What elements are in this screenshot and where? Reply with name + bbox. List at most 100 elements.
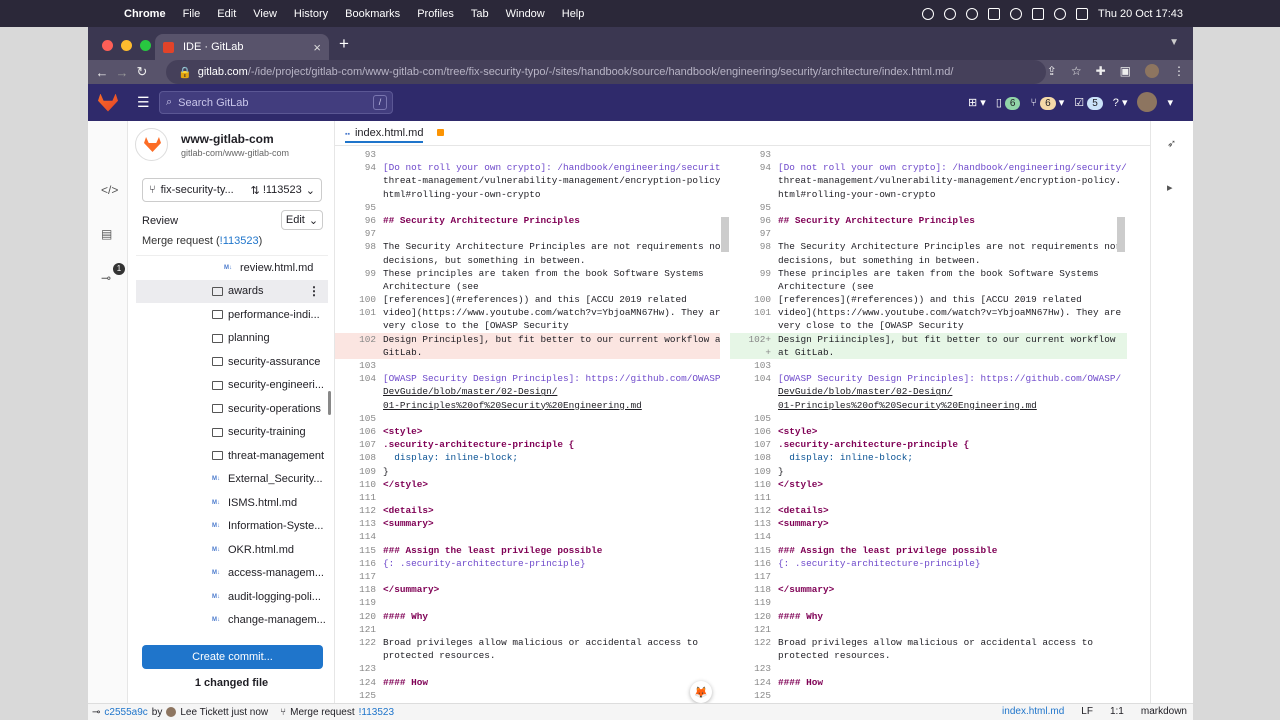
menu-bookmarks[interactable]: Bookmarks <box>345 8 400 20</box>
issues-button[interactable]: ▯ 6 <box>996 96 1021 110</box>
record-icon[interactable] <box>922 7 934 20</box>
code-line[interactable]: 122 Broad privileges allow malicious or a… <box>730 636 1127 649</box>
tree-file[interactable]: M↓ change-managem... <box>136 609 328 633</box>
code-line[interactable]: 94 [Do not roll your own crypto]: /handbo… <box>335 161 720 174</box>
project-name[interactable]: www-gitlab-com <box>181 132 274 146</box>
close-window-icon[interactable] <box>102 40 113 51</box>
tree-file[interactable]: M↓ External_Security... <box>136 468 328 492</box>
control-center-icon[interactable] <box>1076 7 1088 20</box>
code-line[interactable]: 125 <box>730 689 1127 702</box>
code-line[interactable]: 107 .security-architecture-principle { <box>335 438 720 451</box>
code-line[interactable]: 108 display: inline-block; <box>335 451 720 464</box>
gitlab-logo-icon[interactable] <box>98 93 118 112</box>
code-line[interactable]: 97 <box>730 227 1127 240</box>
code-line[interactable]: 115 ### Assign the least privilege possib… <box>730 544 1127 557</box>
bookmark-star-icon[interactable]: ☆ <box>1071 64 1082 78</box>
tree-file[interactable]: M↓ review.html.md <box>136 256 328 280</box>
file-tab[interactable]: ▪▪ index.html.md <box>345 127 424 143</box>
tanuki-assistant-icon[interactable]: 🦊 <box>690 681 712 703</box>
code-line[interactable]: 103 <box>730 359 1127 372</box>
code-line[interactable]: 101 video](https://www.youtube.com/watch?… <box>730 306 1127 319</box>
code-line[interactable]: 98 The Security Architecture Principles a… <box>730 240 1127 253</box>
menu-help[interactable]: Help <box>562 8 585 20</box>
code-line[interactable]: 107 .security-architecture-principle { <box>730 438 1127 451</box>
back-icon[interactable]: ← <box>92 65 112 80</box>
battery-icon[interactable] <box>1032 7 1044 20</box>
tree-folder[interactable]: planning <box>136 327 328 351</box>
apple-menu-icon[interactable] <box>99 7 113 21</box>
code-line[interactable]: 119 <box>730 596 1127 609</box>
code-line[interactable]: decisions, but something in between. <box>730 254 1127 267</box>
code-line[interactable]: very close to the [OWASP Security <box>730 319 1127 332</box>
tree-folder[interactable]: awards ⋮ <box>136 279 328 303</box>
code-line[interactable]: 116 {: .security-architecture-principle} <box>730 557 1127 570</box>
forward-icon[interactable]: → <box>112 65 132 80</box>
tree-file[interactable]: M↓ Information-Syste... <box>136 515 328 539</box>
hamburger-menu-icon[interactable]: ☰ <box>137 94 150 111</box>
code-line[interactable]: 120 #### Why <box>335 610 720 623</box>
code-line[interactable]: 112 <details> <box>730 504 1127 517</box>
browser-menu-icon[interactable]: ⋮ <box>1173 64 1185 78</box>
profile-avatar[interactable] <box>1145 64 1159 78</box>
tree-folder[interactable]: security-engineeri... <box>136 374 328 398</box>
code-line[interactable]: 114 <box>335 530 720 543</box>
code-line[interactable]: decisions, but something in between. <box>335 254 720 267</box>
cloud-icon[interactable] <box>944 7 956 20</box>
code-line[interactable]: very close to the [OWASP Security <box>335 319 720 332</box>
code-line[interactable]: html#rolling-your-own-crypto <box>335 188 720 201</box>
code-line[interactable]: 109} <box>730 465 1127 478</box>
code-line[interactable]: 96 ## Security Architecture Principles <box>335 214 720 227</box>
code-line[interactable]: threat-management/vulnerability-manageme… <box>730 174 1127 187</box>
tree-folder[interactable]: security-assurance <box>136 350 328 374</box>
close-tab-icon[interactable]: × <box>313 40 321 55</box>
tree-file[interactable]: M↓ access-managem... <box>136 562 328 586</box>
menu-view[interactable]: View <box>253 8 277 20</box>
code-line[interactable]: protected resources. <box>730 649 1127 662</box>
extensions-icon[interactable]: ✚ <box>1096 64 1106 78</box>
code-line[interactable]: 123 <box>730 662 1127 675</box>
user-menu-chevron-icon[interactable]: ▾ <box>1167 96 1173 109</box>
code-line[interactable]: 109} <box>335 465 720 478</box>
code-line[interactable]: 100 [references](#references)) and this [… <box>335 293 720 306</box>
menu-profiles[interactable]: Profiles <box>417 8 454 20</box>
share-icon[interactable]: ⇪ <box>1047 64 1057 78</box>
terminal-icon[interactable]: ▸ <box>1167 181 1173 194</box>
sidebar-icon[interactable]: ▣ <box>1120 64 1131 78</box>
right-pane-scrollbar[interactable] <box>1117 217 1125 252</box>
code-line[interactable]: Architecture (see <box>335 280 720 293</box>
menu-file[interactable]: File <box>183 8 201 20</box>
tree-folder[interactable]: performance-indi... <box>136 303 328 327</box>
code-line[interactable]: 124 #### How <box>335 676 720 689</box>
reload-icon[interactable]: ↻ <box>132 64 152 80</box>
code-line[interactable]: 123 <box>335 662 720 675</box>
merge-requests-button[interactable]: ⑂ 6 ▾ <box>1030 96 1064 110</box>
code-line[interactable]: 124 #### How <box>730 676 1127 689</box>
edit-mode-icon[interactable]: </> <box>101 183 118 197</box>
search-input[interactable]: ⌕ Search GitLab / <box>159 91 393 114</box>
code-line[interactable]: 122 Broad privileges allow malicious or a… <box>335 636 720 649</box>
code-line[interactable]: 106 <style> <box>730 425 1127 438</box>
code-line[interactable]: 120 #### Why <box>730 610 1127 623</box>
review-mode-icon[interactable]: ▤ <box>101 227 112 241</box>
menu-chrome[interactable]: Chrome <box>124 8 166 20</box>
code-line[interactable]: 113 <summary> <box>335 517 720 530</box>
code-line[interactable]: 111 <box>730 491 1127 504</box>
tree-folder[interactable]: threat-management <box>136 444 328 468</box>
tree-scrollbar[interactable] <box>328 391 331 415</box>
code-line[interactable]: 99 These principles are taken from the bo… <box>335 267 720 280</box>
code-line[interactable]: 97 <box>335 227 720 240</box>
browser-tab[interactable]: IDE · GitLab × <box>155 34 329 60</box>
code-line[interactable]: + at GitLab. <box>730 345 1127 359</box>
code-line[interactable]: DevGuide/blob/master/02-Design/ <box>730 385 1127 398</box>
code-line[interactable]: 94 [Do not roll your own crypto]: /handbo… <box>730 161 1127 174</box>
menu-window[interactable]: Window <box>506 8 545 20</box>
code-line[interactable]: 95 <box>335 201 720 214</box>
code-line[interactable]: 01-Principles%20of%20Security%20Engineer… <box>730 399 1127 412</box>
grammarly-icon[interactable] <box>966 7 978 20</box>
code-line[interactable]: 117 <box>730 570 1127 583</box>
code-line[interactable]: html#rolling-your-own-crypto <box>730 188 1127 201</box>
code-line[interactable]: 111 <box>335 491 720 504</box>
code-line[interactable]: Architecture (see <box>730 280 1127 293</box>
code-line[interactable]: 01-Principles%20of%20Security%20Engineer… <box>335 399 720 412</box>
code-line[interactable]: 99 These principles are taken from the bo… <box>730 267 1127 280</box>
